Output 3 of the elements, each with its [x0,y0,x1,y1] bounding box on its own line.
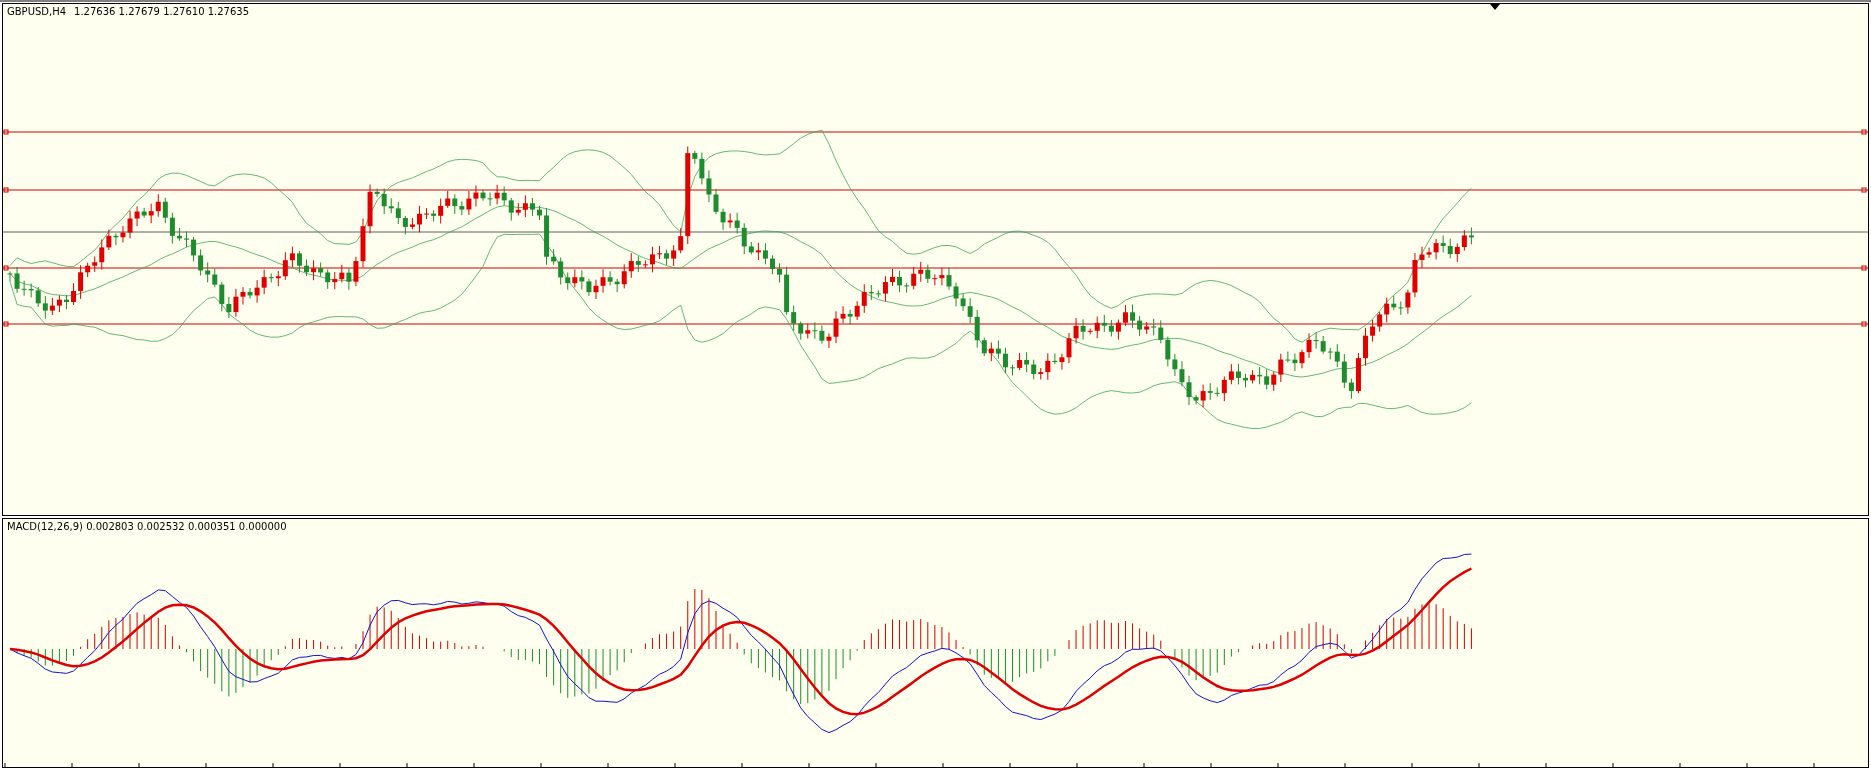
macd-label: MACD(12,26,9) 0.002803 0.002532 0.000351 0.000000 [7,521,287,532]
symbol-label: GBPUSD,H4 [7,6,67,17]
quote-values: 1.27636 1.27679 1.27610 1.27635 [74,6,250,17]
